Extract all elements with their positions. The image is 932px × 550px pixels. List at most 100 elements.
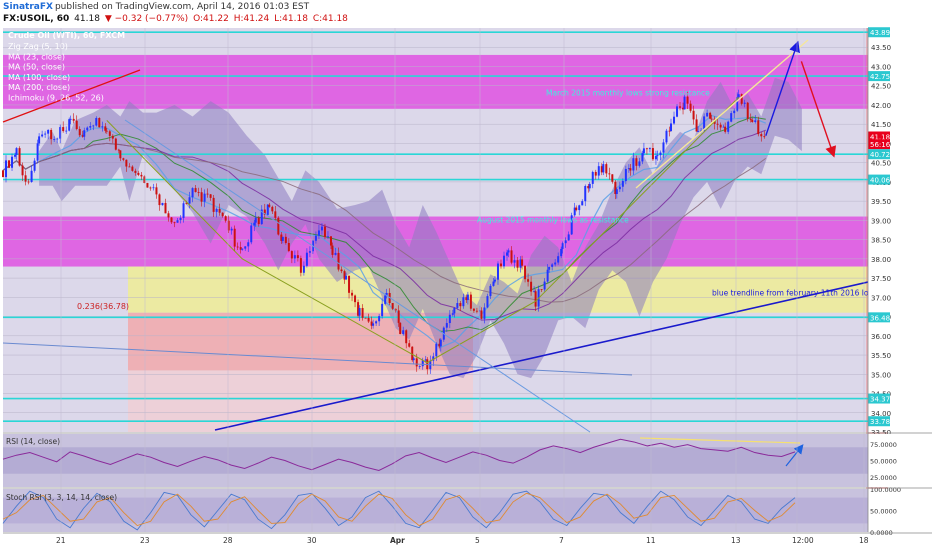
candle-body bbox=[581, 201, 584, 206]
price-tag-label: 40.72 bbox=[870, 151, 890, 159]
candle-body bbox=[247, 242, 250, 247]
price-axis-tick: 37.00 bbox=[871, 294, 891, 302]
candle-body bbox=[185, 203, 188, 205]
candle-body bbox=[527, 279, 530, 282]
candle-body bbox=[584, 186, 587, 202]
chart-title: Crude Oil (WTI), 60, FXCM bbox=[8, 31, 125, 40]
candle-body bbox=[194, 188, 197, 193]
candle-body bbox=[89, 126, 92, 128]
candle-body bbox=[605, 164, 608, 174]
candle-body bbox=[176, 220, 179, 223]
candle-body bbox=[375, 321, 378, 324]
candle-body bbox=[152, 187, 155, 189]
candle-body bbox=[469, 294, 472, 309]
candle-body bbox=[560, 248, 563, 257]
candle-body bbox=[489, 285, 492, 297]
price-axis-tick: 39.00 bbox=[871, 217, 891, 225]
candle-body bbox=[114, 138, 117, 150]
candle-body bbox=[727, 121, 730, 132]
candle-body bbox=[78, 129, 81, 136]
candle-body bbox=[412, 358, 415, 361]
candle-body bbox=[459, 303, 462, 307]
candle-body bbox=[30, 170, 33, 183]
rsi-title: RSI (14, close) bbox=[6, 437, 60, 446]
indicator-legend-item: Ichimoku (9, 26, 52, 26) bbox=[8, 94, 104, 103]
candle-body bbox=[654, 156, 657, 160]
candle-body bbox=[618, 186, 621, 190]
candle-body bbox=[36, 143, 39, 161]
candle-body bbox=[564, 240, 567, 244]
candle-body bbox=[645, 148, 648, 150]
candle-body bbox=[588, 183, 591, 189]
candle-body bbox=[651, 148, 654, 160]
candle-body bbox=[659, 152, 662, 156]
candle-body bbox=[287, 243, 290, 252]
candle-body bbox=[472, 308, 475, 311]
chart-canvas[interactable]: Crude Oil (WTI), 60, FXCM Zig Zag (5, 10)… bbox=[0, 0, 932, 550]
candle-body bbox=[179, 217, 182, 221]
candle-body bbox=[334, 252, 337, 255]
rsi-axis-tick: 25.0000 bbox=[870, 474, 897, 482]
candle-body bbox=[751, 119, 754, 122]
candle-body bbox=[212, 197, 215, 212]
price-axis-tick: 40.50 bbox=[871, 160, 891, 168]
candle-body bbox=[421, 360, 424, 367]
candle-body bbox=[737, 94, 740, 98]
candle-body bbox=[206, 193, 209, 195]
stoch-rsi-title: Stoch RSI (3, 3, 14, 14, close) bbox=[6, 493, 117, 502]
candle-body bbox=[486, 296, 489, 308]
candle-body bbox=[92, 125, 95, 127]
chart-screenshot: SinatraFX published on TradingView.com, A… bbox=[0, 0, 932, 550]
candle-body bbox=[641, 153, 644, 162]
price-tag-label: 34.37 bbox=[870, 396, 890, 404]
candle-body bbox=[305, 252, 308, 266]
candle-body bbox=[506, 252, 509, 256]
candle-body bbox=[448, 314, 451, 324]
candle-body bbox=[706, 112, 709, 117]
candle-body bbox=[656, 155, 659, 157]
price-axis-tick: 39.50 bbox=[871, 198, 891, 206]
chart-annotation: August 2015 monthly lows as resistance bbox=[477, 215, 629, 224]
candle-body bbox=[308, 251, 311, 253]
candle-body bbox=[122, 158, 125, 160]
candle-body bbox=[683, 96, 686, 110]
candle-body bbox=[345, 275, 348, 280]
candle-body bbox=[543, 281, 546, 290]
candle-body bbox=[65, 130, 68, 132]
candle-body bbox=[209, 194, 212, 198]
chart-annotation: blue trendline from february 11th 2016 l… bbox=[712, 288, 879, 297]
candle-body bbox=[254, 217, 257, 223]
candle-body bbox=[329, 236, 332, 246]
candle-body bbox=[364, 317, 367, 319]
price-axis-tick: 42.50 bbox=[871, 83, 891, 91]
rsi-axis-tick: 75.0000 bbox=[870, 441, 897, 449]
candle-body bbox=[188, 197, 191, 204]
candle-body bbox=[125, 159, 128, 167]
candle-body bbox=[15, 148, 18, 155]
candle-body bbox=[456, 303, 459, 308]
candle-body bbox=[337, 252, 340, 270]
candle-body bbox=[575, 207, 578, 211]
candle-body bbox=[578, 205, 581, 211]
candle-body bbox=[47, 129, 50, 134]
candle-body bbox=[134, 170, 137, 173]
candle-body bbox=[293, 255, 296, 259]
rsi-band bbox=[3, 447, 868, 474]
time-axis-tick: 11 bbox=[646, 536, 656, 545]
candle-body bbox=[408, 343, 411, 347]
candle-body bbox=[624, 168, 627, 181]
candle-body bbox=[754, 120, 757, 122]
candle-body bbox=[462, 297, 465, 307]
candle-body bbox=[361, 308, 364, 318]
price-axis-tick: 43.00 bbox=[871, 63, 891, 71]
candle-body bbox=[11, 156, 14, 168]
candle-body bbox=[326, 236, 329, 238]
candle-body bbox=[629, 168, 632, 171]
indicator-legend-item: Zig Zag (5, 10) bbox=[8, 42, 68, 51]
price-tag-label: 56:16 bbox=[870, 141, 891, 149]
candle-body bbox=[435, 343, 438, 357]
time-axis-tick: 23 bbox=[140, 536, 150, 545]
candle-body bbox=[384, 295, 387, 304]
candle-body bbox=[170, 217, 173, 223]
candle-body bbox=[415, 358, 418, 367]
